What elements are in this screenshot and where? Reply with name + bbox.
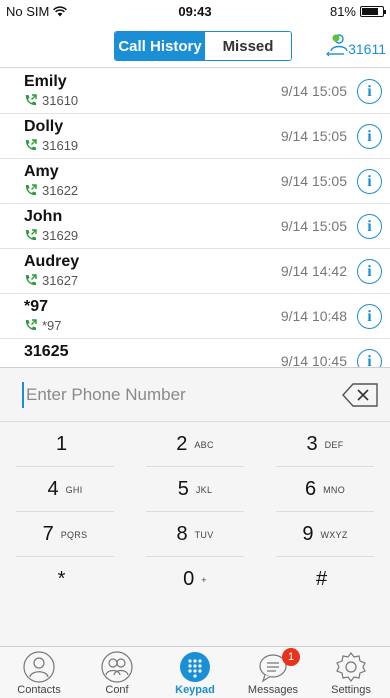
info-icon[interactable]: i [357,169,382,194]
info-icon[interactable]: i [357,259,382,284]
phone-number-input[interactable] [22,382,312,408]
contact-name: *97 [24,298,49,315]
key-hash[interactable]: # [260,557,390,602]
history-row[interactable]: Dolly 31619 9/14 15:05 i [0,114,390,159]
tab-keypad[interactable]: Keypad [156,647,234,698]
contact-name: Dolly [24,118,64,135]
history-row[interactable]: 31625 9/14 10:45 i [0,339,390,367]
key-1[interactable]: 1 [0,422,130,467]
info-icon[interactable]: i [357,304,382,329]
contact-name: Amy [24,163,59,180]
account-switcher[interactable]: 31611 [326,33,386,57]
history-row[interactable]: Audrey 31627 9/14 14:42 i [0,249,390,294]
conference-icon [101,651,133,683]
backspace-icon[interactable] [342,382,380,408]
history-segmented-control: Call History Missed [114,31,292,61]
keypad-icon [180,652,210,682]
battery-percent: 81% [329,3,356,19]
tab-label: Settings [331,684,371,696]
tab-label: Keypad [175,684,215,696]
history-row[interactable]: John 31629 9/14 15:05 i [0,204,390,249]
contact-name: Emily [24,73,67,90]
key-3[interactable]: 3 DEF [260,422,390,467]
contact-name: John [24,208,63,225]
contacts-icon [23,651,55,683]
key-2[interactable]: 2 ABC [130,422,260,467]
tab-conf[interactable]: Conf [78,647,156,698]
tab-contacts[interactable]: Contacts [0,647,78,698]
info-icon[interactable]: i [357,124,382,149]
wifi-icon [53,5,68,16]
outgoing-call-icon [25,94,37,106]
settings-icon [336,652,366,682]
outgoing-call-icon [25,139,37,151]
key-4[interactable]: 4 GHI [0,467,130,512]
outgoing-call-icon [25,184,37,196]
unread-badge: 1 [282,648,300,666]
info-icon[interactable]: i [357,214,382,239]
battery-icon [360,5,386,17]
call-time: 9/14 15:05 [280,173,347,189]
history-row[interactable]: Emily 31610 9/14 15:05 i [0,69,390,114]
key-5[interactable]: 5 JKL [130,467,260,512]
contact-name: Audrey [24,253,80,270]
key-7[interactable]: 7 PQRS [0,512,130,557]
key-star[interactable]: * [0,557,130,602]
call-time: 9/14 15:05 [280,218,347,234]
status-bar: No SIM 09:43 81% [0,0,390,22]
tab-label: Messages [247,684,299,696]
contact-number: 31619 [42,138,79,153]
call-time: 9/14 14:42 [280,263,347,279]
contact-number: 31622 [42,183,79,198]
info-icon[interactable]: i [357,79,382,104]
outgoing-call-icon [25,319,37,331]
tab-missed[interactable]: Missed [205,32,291,60]
bottom-tab-bar: Contacts Conf Keypad 1 Messages Settings [0,646,390,698]
account-status-icon [326,34,348,57]
call-history-list: Emily 31610 9/14 15:05 i Dolly 31619 9/1… [0,69,390,367]
info-icon[interactable]: i [357,349,382,367]
outgoing-call-icon [25,229,37,241]
dialer-panel: 1 2ABC 3DEF 4GHI 5JKL 6MNO 7PQRS 8TUV 9W… [0,367,390,646]
contact-number: *97 [42,318,62,333]
contact-name: 31625 [24,343,69,360]
outgoing-call-icon [25,274,37,286]
call-time: 9/14 10:48 [280,308,347,324]
tab-label: Conf [105,684,129,696]
key-9[interactable]: 9 WXYZ [260,512,390,557]
key-0[interactable]: 0 + [130,557,260,602]
history-row[interactable]: *97 *97 9/14 10:48 i [0,294,390,339]
history-row[interactable]: Amy 31622 9/14 15:05 i [0,159,390,204]
tab-settings[interactable]: Settings [312,647,390,698]
carrier-label: No SIM [6,3,50,19]
tab-label: Contacts [17,684,61,696]
key-6[interactable]: 6 MNO [260,467,390,512]
dial-keypad: 1 2 ABC 3 DEF 4 GHI 5 JKL 6 MNO 7 PQRS 8 TUV 9W… [0,422,390,602]
tab-messages[interactable]: 1 Messages [234,647,312,698]
call-time: 9/14 10:45 [280,353,347,367]
account-number: 31611 [348,41,386,57]
contact-number: 31610 [42,93,79,108]
contact-number: 31629 [42,228,79,243]
contact-number: 31627 [42,273,79,288]
key-8[interactable]: 8 TUV [130,512,260,557]
top-bar: Call History Missed 31611 [0,22,390,68]
tab-call-history[interactable]: Call History [115,32,205,60]
call-time: 9/14 15:05 [280,83,347,99]
call-time: 9/14 15:05 [280,128,347,144]
